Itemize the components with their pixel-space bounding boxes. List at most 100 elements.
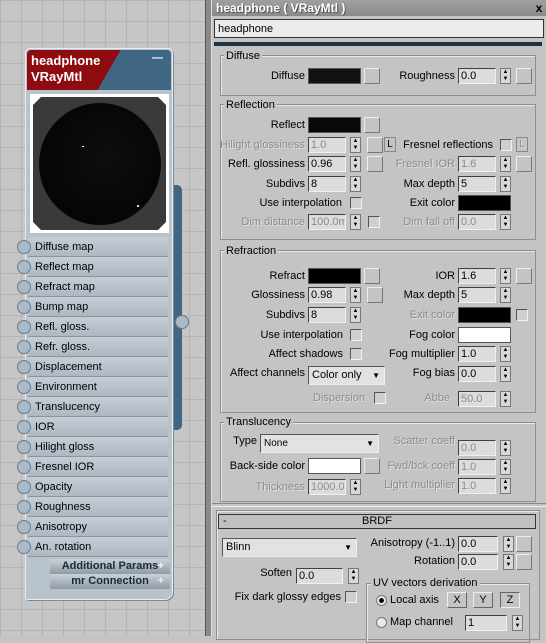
rotation-map-button[interactable] xyxy=(516,554,532,570)
affect-shadows-checkbox[interactable] xyxy=(350,348,362,360)
ior-map-button[interactable] xyxy=(516,268,532,284)
expand-icon[interactable]: + xyxy=(158,559,164,574)
refract-map-button[interactable] xyxy=(364,268,380,284)
refr-max-depth-input[interactable]: 5 xyxy=(458,287,496,303)
refr-max-depth-spinner[interactable]: ▲ ▼ xyxy=(500,287,511,303)
roughness-map-button[interactable] xyxy=(516,68,532,84)
input-socket[interactable] xyxy=(17,480,31,494)
ior-spinner[interactable]: ▲ ▼ xyxy=(500,268,511,284)
refl-subdivs-input[interactable]: 8 xyxy=(308,176,346,192)
input-slot[interactable]: Anisotropy xyxy=(28,517,168,537)
fog-multiplier-spinner[interactable]: ▲ ▼ xyxy=(500,346,511,362)
soften-spinner[interactable]: ▲ ▼ xyxy=(348,568,359,584)
axis-x-button[interactable]: X xyxy=(447,592,467,608)
fog-bias-spinner[interactable]: ▲ ▼ xyxy=(500,366,511,382)
input-socket[interactable] xyxy=(17,540,31,554)
additional-params-bar[interactable]: Additional Params + xyxy=(50,559,170,574)
thickness-spinner[interactable]: ▲ ▼ xyxy=(350,479,361,495)
anisotropy-input[interactable]: 0.0 xyxy=(458,536,498,552)
roughness-input[interactable]: 0.0 xyxy=(458,68,496,84)
input-socket[interactable] xyxy=(17,420,31,434)
collapse-icon[interactable]: - xyxy=(223,515,227,528)
input-slot[interactable]: Environment xyxy=(28,377,168,397)
anisotropy-map-button[interactable] xyxy=(516,536,532,552)
input-slot[interactable]: Opacity xyxy=(28,477,168,497)
node-header[interactable]: headphone VRayMtl — xyxy=(27,50,171,90)
hilight-lock-button[interactable]: L xyxy=(384,137,396,152)
dim-falloff-input[interactable]: 0.0 xyxy=(458,214,496,230)
fwd-bck-coeff-spinner[interactable]: ▲ ▼ xyxy=(500,459,511,475)
light-multiplier-input[interactable]: 1.0 xyxy=(458,478,496,494)
fwd-bck-coeff-input[interactable]: 1.0 xyxy=(458,459,496,475)
roughness-spinner[interactable]: ▲ ▼ xyxy=(500,68,511,84)
input-slot[interactable]: Bump map xyxy=(28,297,168,317)
dispersion-checkbox[interactable] xyxy=(374,392,386,404)
axis-y-button[interactable]: Y xyxy=(473,592,493,608)
dim-falloff-spinner[interactable]: ▲ ▼ xyxy=(500,214,511,230)
refl-glossiness-input[interactable]: 0.96 xyxy=(308,156,346,172)
fog-color-swatch[interactable] xyxy=(458,327,511,343)
input-slot[interactable]: IOR xyxy=(28,417,168,437)
anisotropy-spinner[interactable]: ▲ ▼ xyxy=(503,536,514,552)
input-socket[interactable] xyxy=(17,380,31,394)
input-slot[interactable]: Translucency xyxy=(28,397,168,417)
axis-z-button[interactable]: Z xyxy=(500,592,520,608)
refl-use-interpolation-checkbox[interactable] xyxy=(350,197,362,209)
scatter-coeff-spinner[interactable]: ▲ ▼ xyxy=(500,440,511,456)
fog-bias-input[interactable]: 0.0 xyxy=(458,366,496,382)
input-socket[interactable] xyxy=(17,280,31,294)
input-socket[interactable] xyxy=(17,240,31,254)
input-slot[interactable]: Refr. gloss. xyxy=(28,337,168,357)
mr-connection-bar[interactable]: mr Connection + xyxy=(50,574,170,589)
soften-input[interactable]: 0.0 xyxy=(296,568,343,584)
input-socket[interactable] xyxy=(17,360,31,374)
close-icon[interactable]: x xyxy=(533,1,545,15)
input-socket[interactable] xyxy=(17,440,31,454)
refr-subdivs-spinner[interactable]: ▲ ▼ xyxy=(350,307,361,323)
backside-map-button[interactable] xyxy=(364,458,380,474)
dim-distance-input[interactable]: 100.0m xyxy=(308,214,346,230)
input-slot[interactable]: Roughness xyxy=(28,497,168,517)
refl-subdivs-spinner[interactable]: ▲ ▼ xyxy=(350,176,361,192)
thickness-input[interactable]: 1000.0 xyxy=(308,479,346,495)
input-socket[interactable] xyxy=(17,460,31,474)
material-name-input[interactable] xyxy=(214,19,544,38)
input-slot[interactable]: Refl. gloss. xyxy=(28,317,168,337)
input-socket[interactable] xyxy=(17,320,31,334)
refl-exit-color-swatch[interactable] xyxy=(458,195,511,211)
fresnel-reflections-checkbox[interactable] xyxy=(500,139,512,151)
brdf-type-select[interactable]: Blinn ▼ xyxy=(222,538,357,557)
backside-color-swatch[interactable] xyxy=(308,458,361,474)
hilight-glossiness-input[interactable]: 1.0 xyxy=(308,137,346,153)
map-channel-spinner[interactable]: ▲ ▼ xyxy=(512,615,523,631)
input-socket[interactable] xyxy=(17,400,31,414)
refr-use-interpolation-checkbox[interactable] xyxy=(350,329,362,341)
input-slot[interactable]: Reflect map xyxy=(28,257,168,277)
input-socket[interactable] xyxy=(17,500,31,514)
reflect-map-button[interactable] xyxy=(364,117,380,133)
refr-subdivs-input[interactable]: 8 xyxy=(308,307,346,323)
fresnel-lock-button[interactable]: L xyxy=(516,137,528,152)
reflect-color-swatch[interactable] xyxy=(308,117,361,133)
affect-channels-select[interactable]: Color only ▼ xyxy=(308,366,385,385)
expand-icon[interactable]: + xyxy=(158,574,164,589)
panel-splitter[interactable] xyxy=(205,0,212,636)
abbe-spinner[interactable]: ▲ ▼ xyxy=(500,391,511,407)
refl-max-depth-spinner[interactable]: ▲ ▼ xyxy=(500,176,511,192)
translucency-type-select[interactable]: None ▼ xyxy=(260,434,379,453)
hilight-glossiness-spinner[interactable]: ▲ ▼ xyxy=(350,137,361,153)
refl-glossiness-map-button[interactable] xyxy=(367,156,383,172)
output-socket[interactable] xyxy=(175,315,189,329)
dim-distance-spinner[interactable]: ▲ ▼ xyxy=(350,214,361,230)
refract-color-swatch[interactable] xyxy=(308,268,361,284)
refr-glossiness-map-button[interactable] xyxy=(367,287,383,303)
map-channel-input[interactable]: 1 xyxy=(465,615,507,631)
brdf-rollout-header[interactable]: - BRDF xyxy=(218,514,536,529)
collapse-icon[interactable]: — xyxy=(152,50,163,66)
refr-exit-color-checkbox[interactable] xyxy=(516,309,528,321)
local-axis-radio[interactable] xyxy=(376,595,387,606)
input-slot[interactable]: An. rotation xyxy=(28,537,168,557)
ior-input[interactable]: 1.6 xyxy=(458,268,496,284)
dim-distance-checkbox[interactable] xyxy=(368,216,380,228)
fresnel-ior-input[interactable]: 1.6 xyxy=(458,156,496,172)
